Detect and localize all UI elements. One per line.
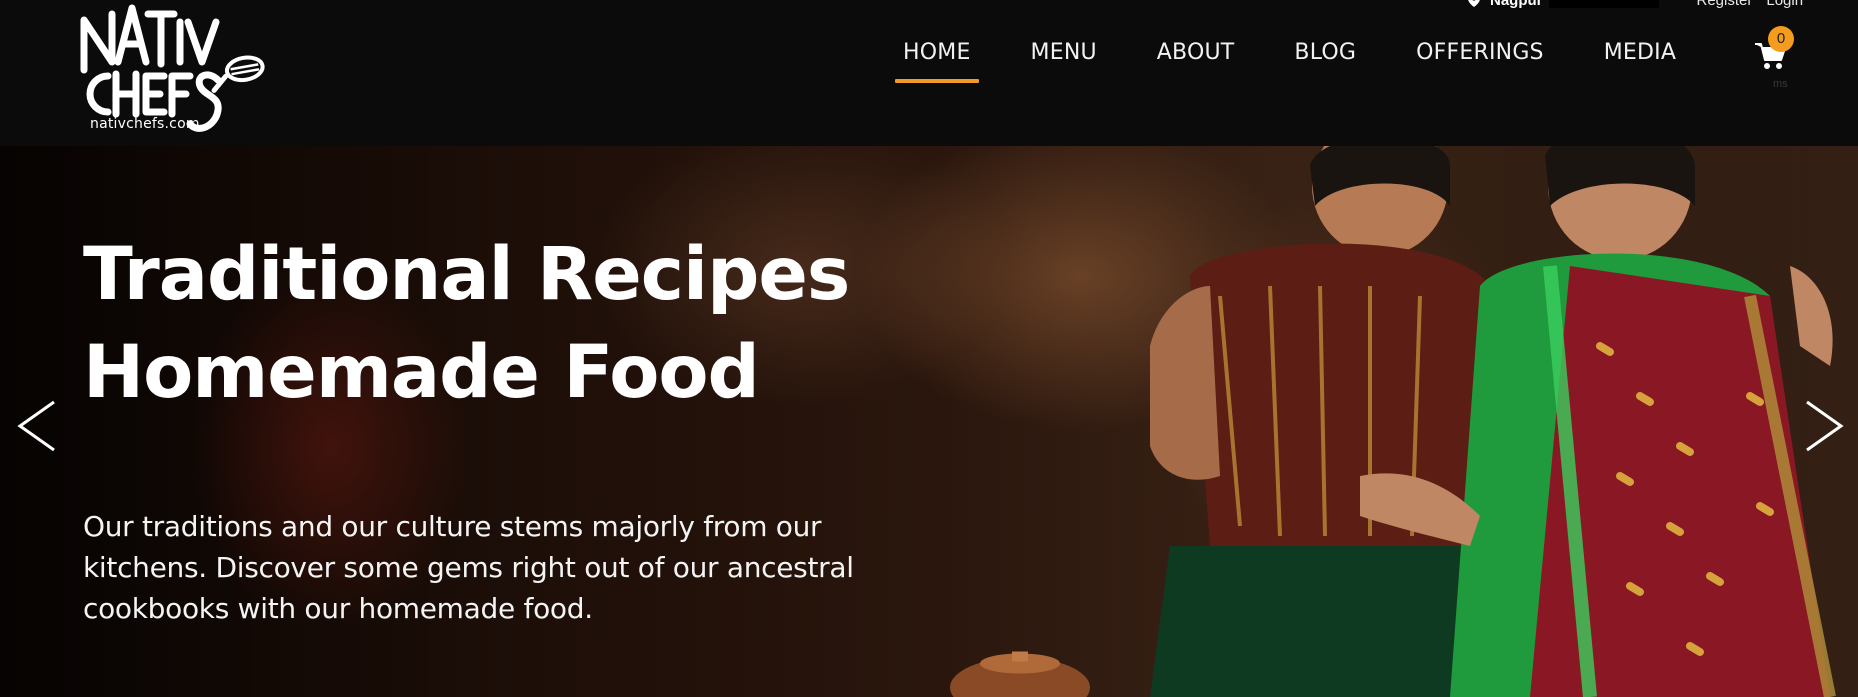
register-link[interactable]: Register <box>1697 0 1753 9</box>
nav-offerings[interactable]: OFFERINGS <box>1408 37 1552 69</box>
nav-home[interactable]: HOME <box>895 37 979 83</box>
site-header: nativchefs.com Nagpur Register Login HOM… <box>0 0 1858 146</box>
auth-links: Register Login <box>1697 0 1804 9</box>
city-dropdown-field[interactable] <box>1548 0 1659 8</box>
nav-about[interactable]: ABOUT <box>1149 37 1243 69</box>
main-navigation: HOME MENU ABOUT BLOG OFFERINGS MEDIA <box>895 37 1684 83</box>
hero-slider: Traditional Recipes Homemade Food Our tr… <box>0 146 1858 697</box>
hero-title-line-1: Traditional Recipes <box>83 232 850 317</box>
top-utility-bar: Nagpur Register Login <box>1468 0 1804 9</box>
location-pin-icon <box>1468 0 1480 7</box>
copper-kettle-icon <box>950 651 1090 697</box>
slider-prev-button[interactable] <box>14 398 58 454</box>
chevron-left-icon <box>17 400 55 452</box>
brand-domain: nativchefs.com <box>90 116 200 132</box>
login-link[interactable]: Login <box>1766 0 1803 9</box>
cart-count-badge: 0 <box>1768 26 1794 52</box>
cart-subtext: ms <box>1773 78 1788 90</box>
nav-media[interactable]: MEDIA <box>1596 37 1684 69</box>
brand-logo[interactable]: nativchefs.com <box>78 0 268 142</box>
city-selector[interactable]: Nagpur <box>1490 0 1543 9</box>
nav-menu[interactable]: MENU <box>1023 37 1105 69</box>
nav-blog[interactable]: BLOG <box>1286 37 1364 69</box>
slider-next-button[interactable] <box>1803 398 1847 454</box>
hero-title-line-2: Homemade Food <box>83 330 760 415</box>
chevron-right-icon <box>1806 400 1844 452</box>
hero-image <box>1150 146 1858 697</box>
hero-description: Our traditions and our culture stems maj… <box>83 510 854 625</box>
hero-headline: Traditional Recipes Homemade Food <box>83 226 850 422</box>
